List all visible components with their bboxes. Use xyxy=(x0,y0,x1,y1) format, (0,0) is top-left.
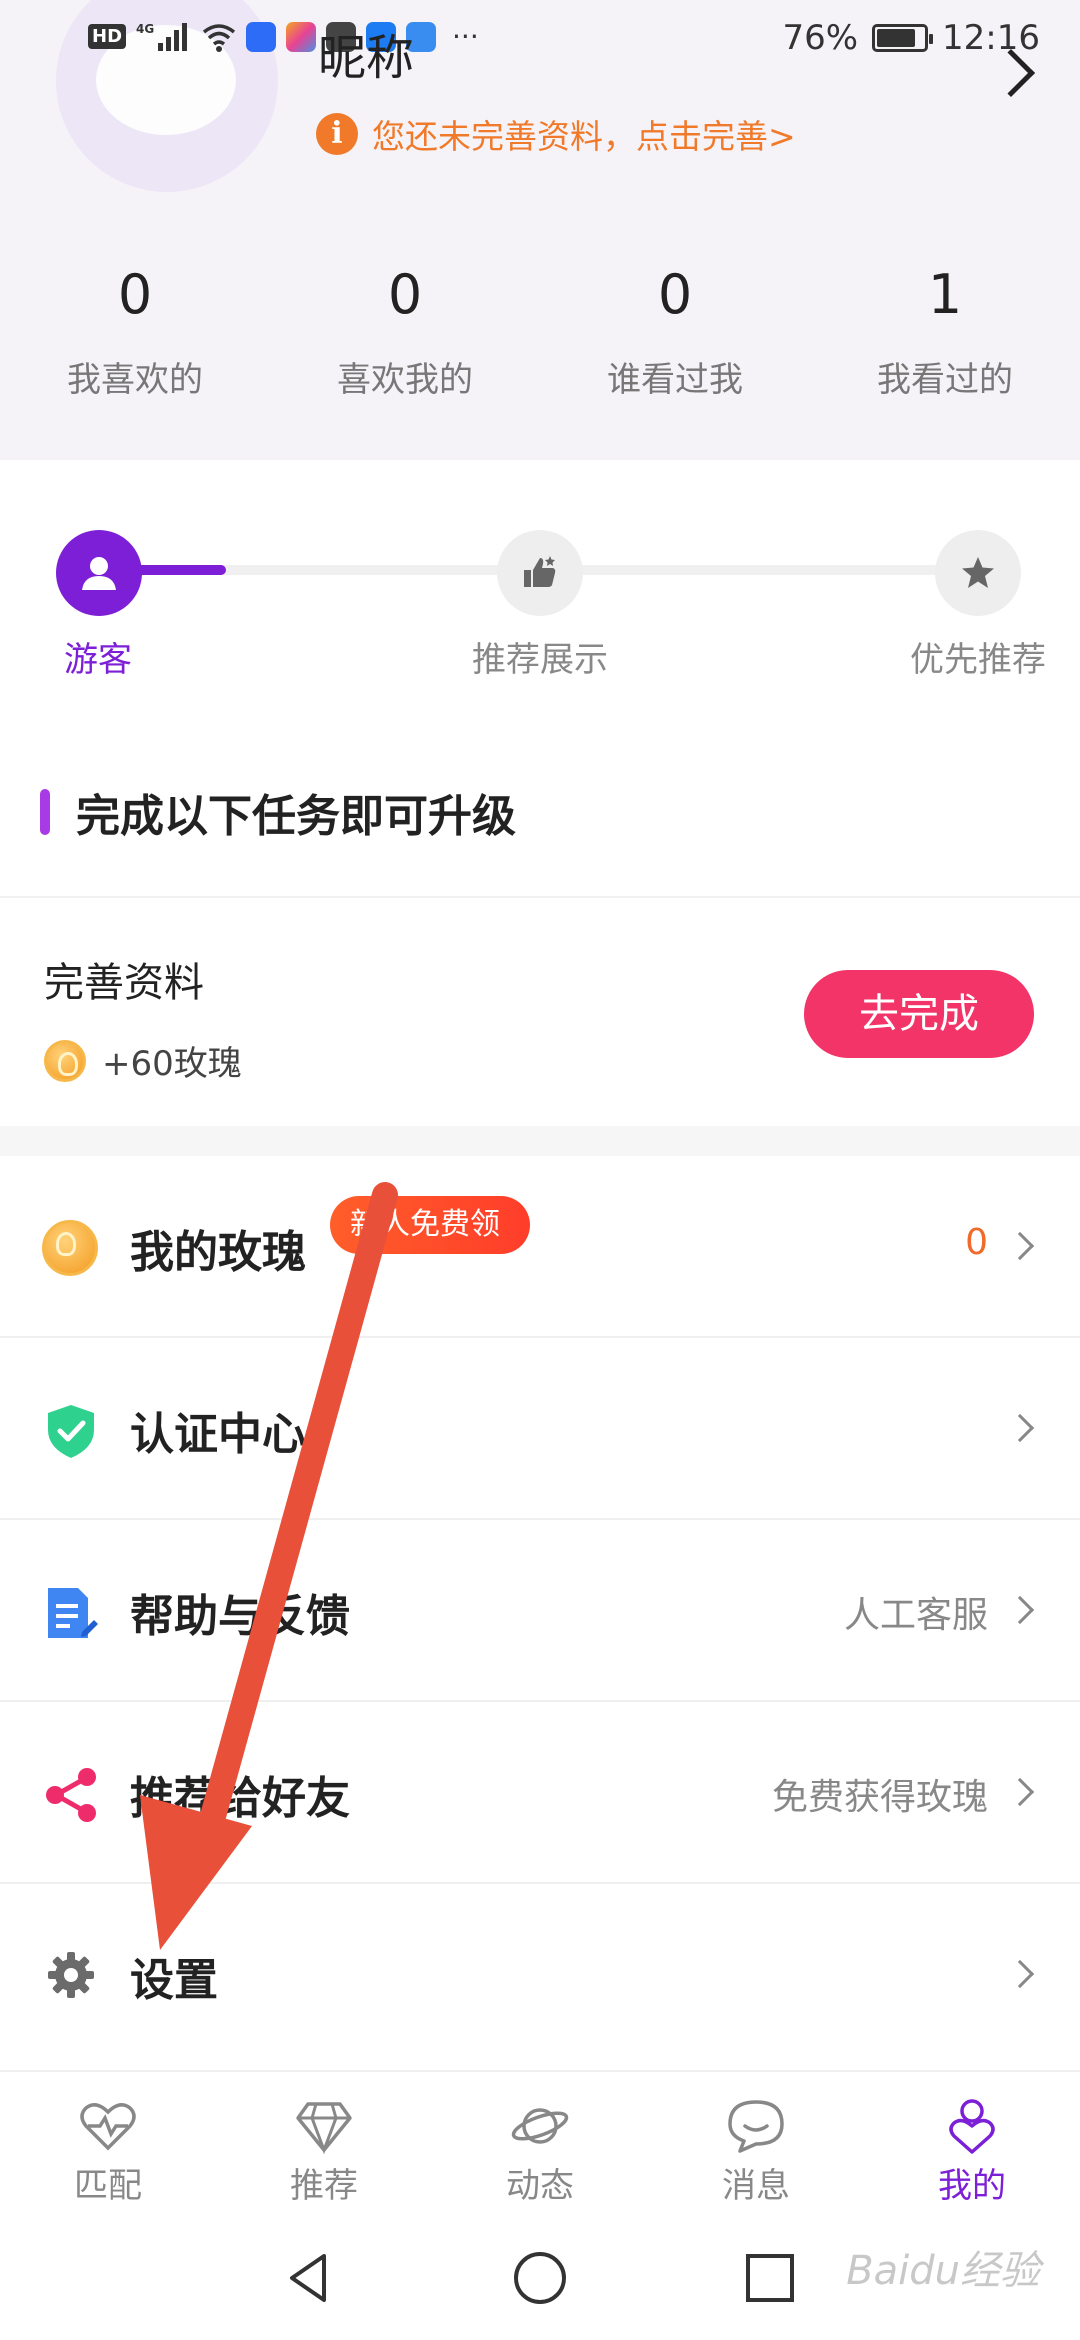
task-title: 完善资料 xyxy=(44,960,204,1006)
signal-icon: 4G xyxy=(136,22,188,51)
nav-label: 匹配 xyxy=(74,2166,142,2206)
back-icon[interactable] xyxy=(280,2248,340,2308)
section-gap xyxy=(0,1126,1080,1156)
chevron-right-icon xyxy=(1005,1413,1035,1443)
menu-item-help-feedback[interactable]: 帮助与反馈 人工客服 xyxy=(0,1520,1080,1702)
stats-row: 0 我喜欢的 0 喜欢我的 0 谁看过我 1 我看过的 xyxy=(0,260,1080,401)
reward-text: +60玫瑰 xyxy=(102,1044,242,1084)
level-label: 游客 xyxy=(64,640,132,680)
stat-value: 1 xyxy=(927,263,963,326)
menu-label: 设置 xyxy=(130,1955,218,2006)
level-node-recommend xyxy=(497,530,583,616)
menu-value: 人工客服 xyxy=(843,1595,988,1636)
bottom-nav: 匹配 推荐 动态 消息 我的 xyxy=(0,2070,1080,2220)
chevron-right-icon xyxy=(1005,1777,1035,1807)
share-icon xyxy=(46,1768,96,1822)
status-icons: HD 4G ··· xyxy=(88,20,479,53)
battery-icon xyxy=(872,24,934,52)
diamond-icon xyxy=(296,2102,352,2154)
rose-count: 0 xyxy=(965,1222,988,1263)
gear-icon xyxy=(48,1952,94,1998)
stat-label: 我喜欢的 xyxy=(67,360,203,400)
divider xyxy=(0,896,1080,898)
wifi-icon xyxy=(202,23,236,52)
stat-label: 我看过的 xyxy=(877,360,1013,400)
complete-task-button[interactable]: 去完成 xyxy=(804,970,1034,1058)
nav-tab-moments[interactable]: 动态 xyxy=(432,2072,648,2220)
menu-item-share-friends[interactable]: 推荐给好友 免费获得玫瑰 xyxy=(0,1702,1080,1884)
clock: 12:16 xyxy=(942,18,1040,58)
nav-tab-mine[interactable]: 我的 xyxy=(864,2072,1080,2220)
nav-label: 消息 xyxy=(722,2166,790,2206)
nav-tab-match[interactable]: 匹配 xyxy=(0,2072,216,2220)
new-user-badge[interactable]: 新人免费领 xyxy=(330,1196,530,1254)
profile-heart-icon xyxy=(949,2099,995,2154)
nav-tab-messages[interactable]: 消息 xyxy=(648,2072,864,2220)
level-node-guest xyxy=(56,530,142,616)
rose-coin-icon xyxy=(44,1039,86,1082)
home-icon[interactable] xyxy=(510,2248,570,2308)
thumbs-up-icon xyxy=(524,556,556,587)
chevron-right-icon xyxy=(1005,1595,1035,1625)
recent-apps-icon[interactable] xyxy=(740,2248,800,2308)
nickname[interactable]: 昵称 xyxy=(318,18,414,88)
menu-label: 认证中心 xyxy=(130,1409,306,1460)
nav-label: 动态 xyxy=(506,2166,574,2206)
level-node-priority xyxy=(935,530,1021,616)
stat-viewed-me[interactable]: 0 谁看过我 xyxy=(540,260,810,401)
stat-value: 0 xyxy=(387,263,423,326)
app-notification-icon xyxy=(286,21,317,52)
rose-coin-icon xyxy=(42,1220,98,1276)
complete-profile-hint[interactable]: i 您还未完善资料，点击完善> xyxy=(316,110,796,158)
menu-item-verification[interactable]: 认证中心 xyxy=(0,1338,1080,1520)
nav-label: 我的 xyxy=(938,2166,1006,2206)
chevron-right-icon xyxy=(1005,1959,1035,1989)
task-reward: +60玫瑰 xyxy=(44,1036,242,1085)
app-notification-icon xyxy=(246,21,277,52)
menu-item-my-roses[interactable]: 我的玫瑰 新人免费领 0 xyxy=(0,1156,1080,1338)
task-section-header: 完成以下任务即可升级 xyxy=(40,780,516,844)
stat-i-like[interactable]: 0 我喜欢的 xyxy=(0,260,270,401)
user-icon xyxy=(82,557,116,590)
planet-icon xyxy=(511,2108,569,2144)
more-notifications-icon: ··· xyxy=(452,20,479,53)
document-edit-icon xyxy=(48,1588,98,1638)
nav-tab-recommend[interactable]: 推荐 xyxy=(216,2072,432,2220)
stat-label: 谁看过我 xyxy=(607,360,743,400)
status-bar: HD 4G ··· 76% 12:16 xyxy=(0,0,1080,86)
battery-percent: 76% xyxy=(782,18,859,58)
watermark: Baidu经验 xyxy=(846,2248,1040,2294)
section-accent-bar xyxy=(40,789,50,835)
shield-check-icon xyxy=(48,1405,94,1458)
level-label: 推荐展示 xyxy=(472,640,608,680)
menu-item-settings[interactable]: 设置 xyxy=(0,1884,1080,2066)
heartbeat-icon xyxy=(80,2103,136,2151)
stat-likes-me[interactable]: 0 喜欢我的 xyxy=(270,260,540,401)
star-icon xyxy=(962,557,994,588)
stat-value: 0 xyxy=(657,263,693,326)
status-right: 76% 12:16 xyxy=(782,18,1040,58)
svg-text:4G: 4G xyxy=(136,22,154,36)
menu-label: 帮助与反馈 xyxy=(130,1591,350,1642)
chat-bubble-icon xyxy=(728,2100,784,2153)
menu-label: 推荐给好友 xyxy=(130,1773,350,1824)
menu-label: 我的玫瑰 xyxy=(130,1227,306,1278)
level-label: 优先推荐 xyxy=(910,640,1046,680)
hd-indicator: HD xyxy=(88,24,127,49)
section-title: 完成以下任务即可升级 xyxy=(76,791,516,842)
stat-label: 喜欢我的 xyxy=(337,360,473,400)
nav-label: 推荐 xyxy=(290,2166,358,2206)
chevron-right-icon xyxy=(1005,1231,1035,1261)
menu-value: 免费获得玫瑰 xyxy=(771,1777,988,1818)
stat-value: 0 xyxy=(117,263,153,326)
hint-text: 您还未完善资料，点击完善> xyxy=(372,117,796,156)
stat-i-viewed[interactable]: 1 我看过的 xyxy=(810,260,1080,401)
info-icon: i xyxy=(316,113,358,155)
